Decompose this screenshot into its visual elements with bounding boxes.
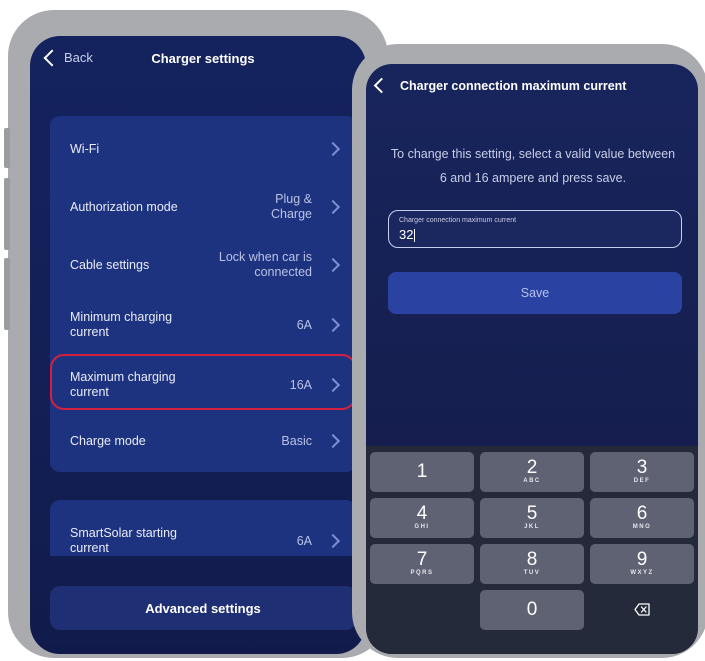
phone-frame-right: Charger connection maximum current To ch… <box>352 44 705 658</box>
side-button <box>4 258 10 330</box>
row-value: 6A <box>296 317 312 332</box>
row-label: Wi-Fi <box>70 141 100 156</box>
key-letters: TUV <box>523 570 541 576</box>
key-7[interactable]: 7 PQRS <box>370 544 474 584</box>
key-number: 8 <box>526 549 538 570</box>
row-value: Plug & Charge <box>271 192 312 221</box>
key-number: 1 <box>416 461 428 482</box>
max-current-input[interactable]: Charger connection maximum current 32 <box>388 210 682 248</box>
key-letters: ABC <box>523 478 541 484</box>
settings-card: Wi-Fi Authorization mode Plug & Charge C… <box>50 116 356 472</box>
side-button <box>4 178 10 250</box>
key-number: 0 <box>526 599 538 620</box>
charger-settings-screen: Back Charger settings Wi-Fi Authorizatio… <box>30 36 366 654</box>
key-3[interactable]: 3 DEF <box>590 452 694 492</box>
page-title: Charger connection maximum current <box>400 79 627 93</box>
key-letters: MNO <box>632 524 652 530</box>
key-0[interactable]: 0 <box>480 590 584 630</box>
key-1[interactable]: 1 <box>370 452 474 492</box>
row-label: Authorization mode <box>70 199 178 214</box>
row-label: Minimum charging current <box>70 310 173 339</box>
save-button[interactable]: Save <box>388 272 682 314</box>
key-9[interactable]: 9 WXYZ <box>590 544 694 584</box>
key-6[interactable]: 6 MNO <box>590 498 694 538</box>
key-8[interactable]: 8 TUV <box>480 544 584 584</box>
instruction-text: To change this setting, select a valid v… <box>390 147 676 185</box>
row-value: 16A <box>289 377 312 392</box>
settings-row-wifi[interactable]: Wi-Fi <box>50 120 356 178</box>
row-label: Maximum charging current <box>70 370 176 399</box>
settings-row-charge-mode[interactable]: Charge mode Basic <box>50 412 356 470</box>
row-label: SmartSolar starting current <box>70 526 177 555</box>
key-letters: DEF <box>633 478 651 484</box>
key-number: 2 <box>526 457 538 478</box>
chevron-right-icon <box>325 433 341 449</box>
key-number: 6 <box>636 503 648 524</box>
row-label: Cable settings <box>70 257 150 272</box>
row-value: Lock when car is connected <box>218 250 312 279</box>
key-letters: WXYZ <box>630 570 654 576</box>
side-button <box>4 128 10 168</box>
chevron-left-icon[interactable] <box>373 77 390 94</box>
key-number: 9 <box>636 549 648 570</box>
input-value: 32 <box>399 227 416 243</box>
top-bar: Back Charger settings <box>30 36 366 92</box>
settings-row-cable-settings[interactable]: Cable settings Lock when car is connecte… <box>50 236 356 294</box>
numeric-keypad: 1 2 ABC 3 DEF 4 GHI 5 JKL 6 MNO 7 PQRS 8… <box>366 446 698 654</box>
chevron-right-icon <box>325 377 341 393</box>
chevron-right-icon <box>325 141 341 157</box>
settings-row-minimum-charging-current[interactable]: Minimum charging current 6A <box>50 296 356 354</box>
text-caret <box>414 229 416 243</box>
chevron-right-icon <box>325 317 341 333</box>
key-4[interactable]: 4 GHI <box>370 498 474 538</box>
max-current-screen: Charger connection maximum current To ch… <box>366 64 698 654</box>
key-letters: GHI <box>414 524 430 530</box>
phone-frame-left: Back Charger settings Wi-Fi Authorizatio… <box>4 10 388 658</box>
advanced-settings-button[interactable]: Advanced settings <box>50 586 356 630</box>
page-title: Charger settings <box>151 51 255 66</box>
key-5[interactable]: 5 JKL <box>480 498 584 538</box>
key-number: 5 <box>526 503 538 524</box>
key-letters: PQRS <box>410 570 434 576</box>
key-number: 7 <box>416 549 428 570</box>
settings-row-authorization-mode[interactable]: Authorization mode Plug & Charge <box>50 178 356 236</box>
chevron-right-icon <box>325 257 341 273</box>
top-bar: Charger connection maximum current <box>366 64 698 108</box>
key-2[interactable]: 2 ABC <box>480 452 584 492</box>
chevron-right-icon <box>325 533 341 549</box>
key-number: 4 <box>416 503 428 524</box>
backspace-icon <box>634 603 650 616</box>
row-value: Basic <box>281 433 312 448</box>
chevron-right-icon <box>325 199 341 215</box>
input-label: Charger connection maximum current <box>399 217 517 224</box>
row-value: 6A <box>296 533 312 548</box>
key-letters: JKL <box>524 524 540 530</box>
row-label: Charge mode <box>70 433 146 448</box>
delete-key[interactable] <box>590 590 694 630</box>
scroll-fade <box>30 556 366 588</box>
settings-row-maximum-charging-current[interactable]: Maximum charging current 16A <box>50 354 356 414</box>
key-number: 3 <box>636 457 648 478</box>
